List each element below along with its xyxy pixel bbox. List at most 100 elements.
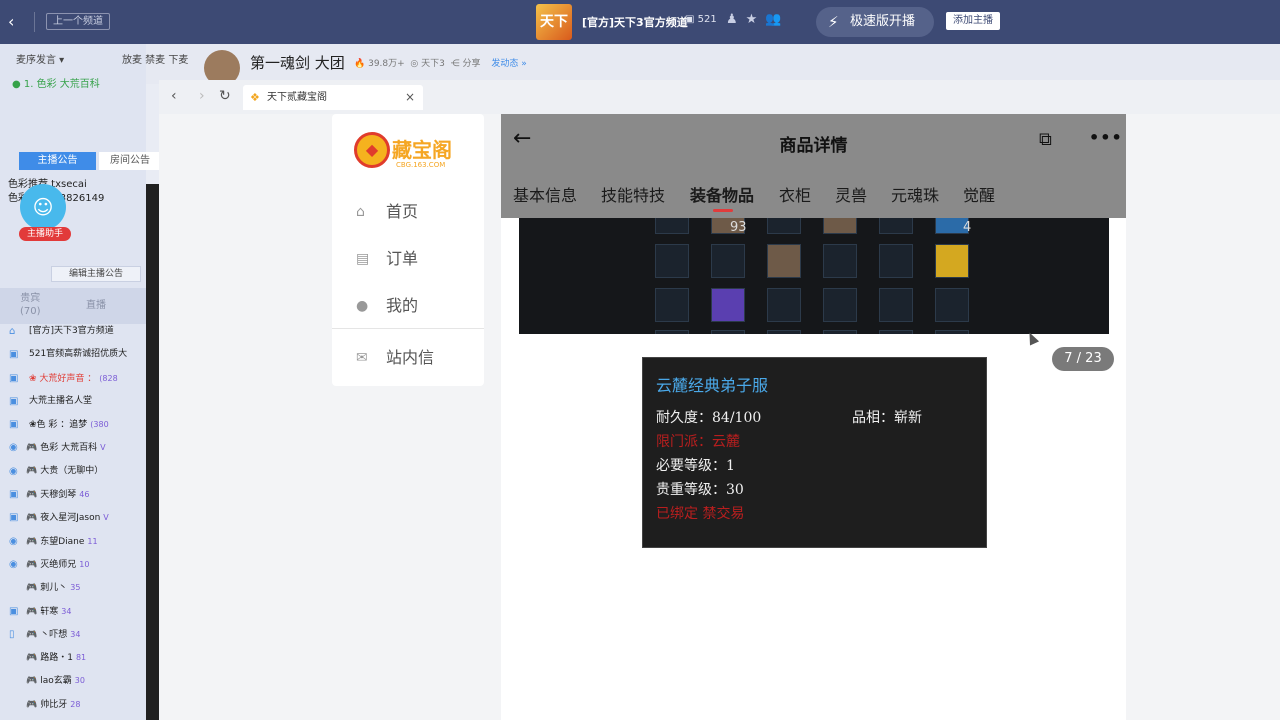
list-item[interactable]: ◉ 🎮 大贵（无聊中） (0, 460, 146, 483)
tab-equipment[interactable]: 装备物品 (690, 182, 754, 206)
browser-tab[interactable]: ❖ 天下贰藏宝阁 × (243, 85, 423, 110)
role-icon: ▣ (9, 419, 19, 431)
inventory-slot[interactable] (655, 288, 689, 322)
host-helper-badge[interactable]: 主播助手 (19, 227, 71, 241)
inventory-slot[interactable] (711, 330, 745, 334)
inventory-slot[interactable] (823, 330, 857, 334)
browser-tab-title: 天下贰藏宝阁 (267, 92, 327, 103)
inventory-slot[interactable] (823, 218, 857, 234)
list-item[interactable]: ▣ ❀ 大荒好声音 ： (828 (0, 367, 146, 390)
edit-notice-button[interactable]: 编辑主播公告 (51, 266, 141, 282)
star-icon[interactable]: ★ (746, 12, 766, 27)
list-item[interactable]: 🎮 lao玄霸 30 (0, 669, 146, 692)
page-content: ◆ 藏宝阁 CBG.163.COM ⌂ 首页 ▤ 订单 ● 我的 ✉ 站内信 ←… (159, 114, 1280, 720)
tab-host-notice[interactable]: 主播公告 (19, 152, 96, 170)
browser-back-icon[interactable]: ‹ (171, 88, 177, 104)
inventory-slot[interactable] (711, 288, 745, 322)
viewer-name: 帅比牙 (40, 699, 68, 710)
share-external-icon[interactable]: ⧉ (1039, 129, 1052, 150)
list-item[interactable]: ▯ 🎮 丶吓想 34 (0, 623, 146, 646)
inventory-grid: 93 4 (519, 218, 1109, 334)
streamer-meta: 🔥 39.8万+ ◎ 天下3 ⋲ 分享 发动态 » (354, 56, 527, 69)
add-host-button[interactable]: 添加主播 (946, 12, 1000, 30)
share-link[interactable]: 分享 (463, 59, 481, 69)
inventory-slot[interactable] (823, 244, 857, 278)
tab-awaken[interactable]: 觉醒 (963, 182, 995, 206)
inventory-slot[interactable] (879, 288, 913, 322)
mic-queue-item[interactable]: ● 1. 色彩 大荒百科 (12, 75, 100, 90)
role-icon: ▣ (9, 489, 19, 501)
list-item[interactable]: 🎮 帅比牙 28 (0, 693, 146, 716)
inventory-slot[interactable] (767, 288, 801, 322)
inventory-slot[interactable] (711, 244, 745, 278)
inventory-slot[interactable] (935, 288, 969, 322)
nav-home[interactable]: ⌂ 首页 (356, 201, 418, 223)
tab-basic-info[interactable]: 基本信息 (513, 182, 577, 206)
close-icon[interactable]: × (405, 85, 415, 110)
list-item[interactable]: ◉ 🎮 色彩 大荒百科 V (0, 436, 146, 459)
gamepad-icon: 🎮 (26, 536, 38, 547)
inventory-slot[interactable] (655, 218, 689, 234)
inventory-slot[interactable] (935, 244, 969, 278)
gamepad-icon: 🎮 (26, 629, 38, 640)
follow-link[interactable]: 发动态 » (491, 59, 526, 69)
speak-mode-label: 麦序发言 (16, 55, 56, 66)
inventory-slot[interactable] (879, 244, 913, 278)
tab-guests[interactable]: 贵宾 (70) (20, 292, 41, 318)
list-item[interactable]: ▣ 🎮 天穆剑琴 46 (0, 483, 146, 506)
slot-count: 4 (963, 220, 972, 235)
speak-mode-dropdown[interactable]: 麦序发言 ▾ (16, 51, 64, 66)
tab-pets[interactable]: 灵兽 (835, 182, 867, 206)
nav-mine[interactable]: ● 我的 (356, 295, 418, 317)
inventory-slot[interactable] (655, 330, 689, 334)
list-item[interactable]: ⌂ [官方]天下3官方频道 (0, 320, 146, 343)
tab-live[interactable]: 直播 (86, 299, 106, 312)
viewer-tabs: 贵宾 (70) 直播 (0, 288, 146, 324)
browser-forward-icon[interactable]: › (199, 88, 205, 104)
prev-channel-button[interactable]: 上一个频道 (46, 13, 110, 30)
tab-wardrobe[interactable]: 衣柜 (779, 182, 811, 206)
role-icon: ▯ (9, 628, 15, 640)
video-edge (146, 184, 160, 720)
nav-orders[interactable]: ▤ 订单 (356, 248, 418, 270)
tab-room-notice[interactable]: 房间公告 (99, 152, 161, 170)
back-icon[interactable]: ‹ (8, 12, 24, 32)
mic-queue-name: 1. 色彩 大荒百科 (23, 79, 100, 90)
inventory-slot[interactable] (767, 330, 801, 334)
inventory-slot[interactable] (879, 218, 913, 234)
guests-count: (70) (20, 306, 41, 317)
inventory-slot[interactable] (935, 330, 969, 334)
game-icon: ◎ (410, 59, 419, 69)
mascot-icon[interactable]: ☺ (20, 184, 66, 230)
list-item[interactable]: 🎮 路路・1 81 (0, 646, 146, 669)
members-icon[interactable]: 👥 (765, 12, 789, 27)
reload-icon[interactable]: ↻ (219, 88, 231, 104)
more-icon[interactable]: ••• (1089, 128, 1123, 147)
lightning-icon: ⚡ (828, 13, 839, 31)
list-item[interactable]: ▣ 521官频高薪诚招优质大 (0, 343, 146, 366)
list-item[interactable]: ▣ ❀色 彩 ：追梦 (380 (0, 413, 146, 436)
list-item[interactable]: ◉ 🎮 东望Diane 11 (0, 530, 146, 553)
inventory-slot[interactable] (767, 244, 801, 278)
nav-inbox[interactable]: ✉ 站内信 (356, 347, 434, 369)
inventory-slot[interactable] (655, 244, 689, 278)
list-item[interactable]: ▣ 大荒主播名人堂 (0, 390, 146, 413)
viewer-list: ⌂ [官方]天下3官方频道 ▣ 521官频高薪诚招优质大 ▣ ❀ 大荒好声音 ： (828 ▣… (0, 320, 146, 716)
heat-count: 39.8万+ (368, 59, 405, 69)
list-item[interactable]: ▣ 🎮 轩寒 34 (0, 600, 146, 623)
inventory-slot[interactable] (823, 288, 857, 322)
fast-start-button[interactable]: ⚡ 极速版开播 (816, 7, 934, 37)
inventory-slot[interactable] (767, 218, 801, 234)
tab-skills[interactable]: 技能特技 (601, 182, 665, 206)
tab-soul-beads[interactable]: 元魂珠 (891, 182, 939, 206)
sign-in-icon[interactable]: ♟ (726, 12, 746, 27)
list-item[interactable]: ◉ 🎮 灭绝师兄 10 (0, 553, 146, 576)
list-item[interactable]: 🎮 刺儿丶 35 (0, 576, 146, 599)
inventory-slot[interactable] (879, 330, 913, 334)
viewer-name: 灭绝师兄 (40, 559, 77, 570)
list-item[interactable]: ▣ 🎮 夜入星河Jason V (0, 506, 146, 529)
site-logo[interactable]: ◆ 藏宝阁 CBG.163.COM (354, 132, 464, 174)
speak-controls[interactable]: 放麦 禁麦 下麦 (122, 51, 188, 66)
level-badge: 28 (70, 699, 81, 709)
detail-header: ← 商品详情 ⧉ ••• 基本信息 技能特技 装备物品 衣柜 灵兽 元魂珠 觉醒 (501, 114, 1126, 218)
